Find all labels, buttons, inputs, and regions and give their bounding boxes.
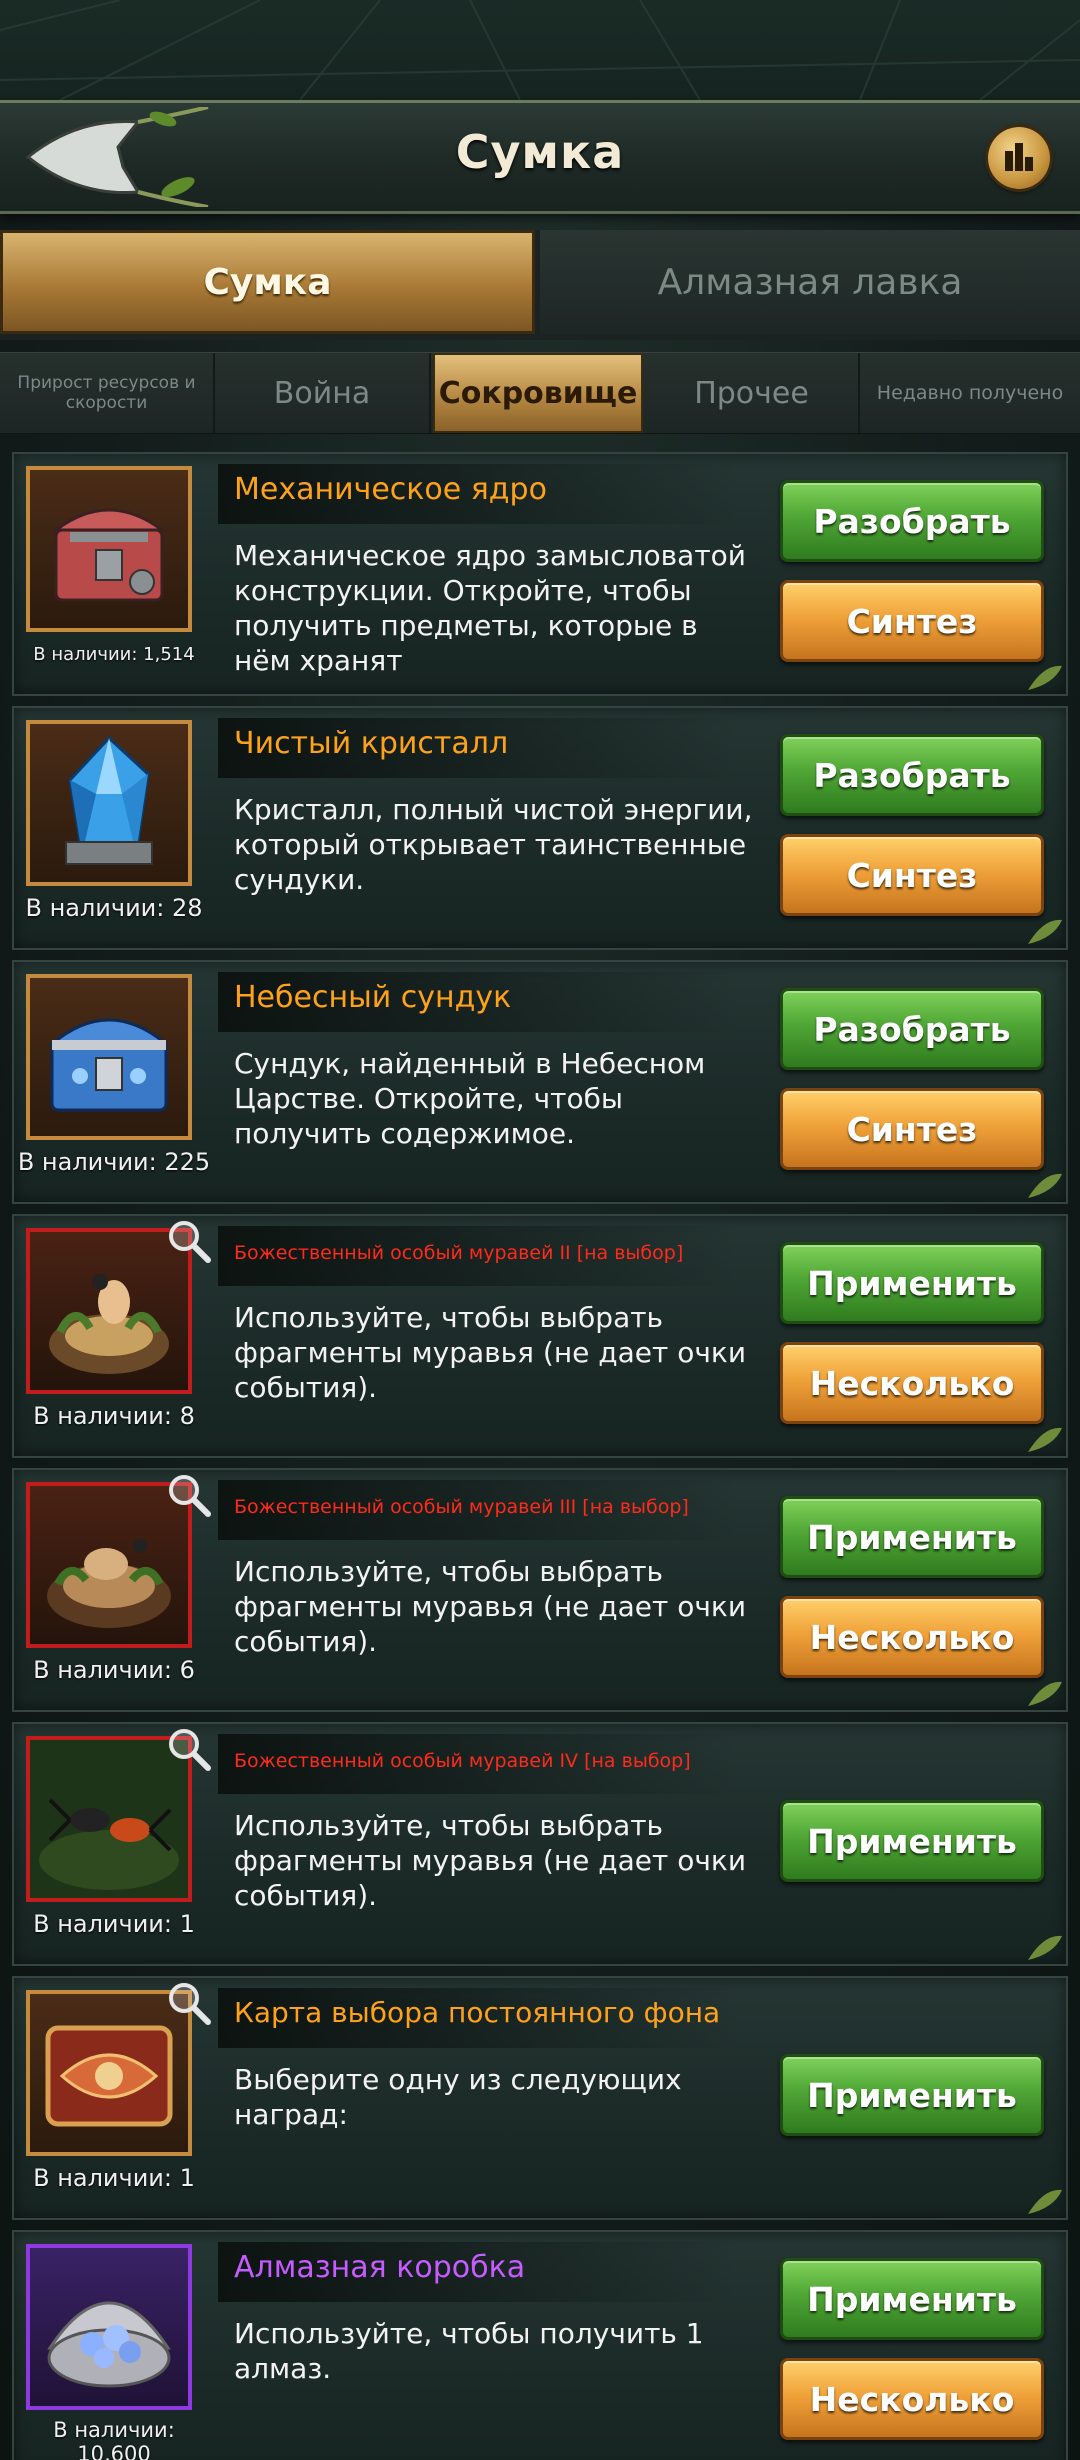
leaf-icon bbox=[1028, 919, 1062, 944]
use-button[interactable]: Применить bbox=[780, 1242, 1044, 1324]
leaf-icon bbox=[1028, 1173, 1062, 1198]
item-card: В наличии: 225 Небесный сундук Сундук, н… bbox=[12, 960, 1068, 1204]
item-card: В наличии: 28 Чистый кристалл Кристалл, … bbox=[12, 706, 1068, 950]
item-icon-pure-crystal[interactable] bbox=[26, 720, 192, 886]
magnifier-icon[interactable] bbox=[164, 1978, 212, 2026]
item-icon-celestial-chest[interactable] bbox=[26, 974, 192, 1140]
multiple-button[interactable]: Несколько bbox=[780, 2358, 1044, 2440]
item-count: В наличии: 6 bbox=[33, 1656, 195, 1684]
item-card: В наличии: 1,514 Механическое ядро Механ… bbox=[12, 452, 1068, 696]
item-description: Кристалл, полный чистой энергии, который… bbox=[234, 793, 753, 896]
item-count: В наличии: 28 bbox=[25, 894, 203, 922]
item-name: Чистый кристалл bbox=[234, 726, 509, 761]
item-name: Механическое ядро bbox=[234, 472, 547, 507]
magnifier-icon[interactable] bbox=[164, 1216, 212, 1264]
use-button[interactable]: Применить bbox=[780, 2258, 1044, 2340]
top-decor bbox=[0, 0, 1080, 100]
item-description: Механическое ядро замысловатой конструкц… bbox=[234, 539, 746, 677]
leaf-icon bbox=[1028, 665, 1062, 690]
synthesis-button[interactable]: Синтез bbox=[780, 834, 1044, 916]
ranking-icon bbox=[1005, 143, 1033, 171]
synthesis-button[interactable]: Синтез bbox=[780, 580, 1044, 662]
use-button[interactable]: Применить bbox=[780, 1800, 1044, 1882]
item-count: В наличии: 10,600 bbox=[53, 2418, 175, 2460]
subtab-treasure[interactable]: Сокровище bbox=[433, 353, 643, 433]
leaf-icon bbox=[1028, 1935, 1062, 1960]
item-card: В наличии: 10,600 Алмазная коробка Испол… bbox=[12, 2230, 1068, 2460]
multiple-button[interactable]: Несколько bbox=[780, 1596, 1044, 1678]
item-name: Карта выбора постоянного фона bbox=[234, 1996, 721, 2029]
item-name: Божественный особый муравей III [на выбо… bbox=[234, 1496, 689, 1518]
main-tabs: Сумка Алмазная лавка bbox=[0, 230, 1080, 340]
item-description: Используйте, чтобы получить 1 алмаз. bbox=[234, 2317, 704, 2385]
disassemble-button[interactable]: Разобрать bbox=[780, 988, 1044, 1070]
item-icon-diamond-box[interactable] bbox=[26, 2244, 192, 2410]
leaf-icon bbox=[1028, 1427, 1062, 1452]
item-description: Используйте, чтобы выбрать фрагменты мур… bbox=[234, 1555, 747, 1658]
sub-tabs: Прирост ресурсов и скорости Война Сокров… bbox=[0, 352, 1080, 434]
subtab-recent[interactable]: Недавно получено bbox=[860, 353, 1080, 433]
multiple-button[interactable]: Несколько bbox=[780, 1342, 1044, 1424]
ranking-button[interactable] bbox=[988, 127, 1050, 189]
item-card: В наличии: 6 Божественный особый муравей… bbox=[12, 1468, 1068, 1712]
item-count: В наличии: 1 bbox=[33, 2164, 195, 2192]
use-button[interactable]: Применить bbox=[780, 1496, 1044, 1578]
tab-bag[interactable]: Сумка bbox=[0, 230, 535, 334]
bag-screen: Сумка Сумка Алмазная лавка Прирост ресур… bbox=[0, 0, 1080, 2460]
item-count: В наличии: 1 bbox=[33, 1910, 195, 1938]
item-description: Выберите одну из следующих наград: bbox=[234, 2063, 682, 2131]
item-count: В наличии: 225 bbox=[17, 1148, 211, 1176]
header-bar: Сумка bbox=[0, 100, 1080, 214]
magnifier-icon[interactable] bbox=[164, 1470, 212, 1518]
leaf-icon bbox=[1028, 2189, 1062, 2214]
item-count: В наличии: 1,514 bbox=[33, 644, 195, 665]
leaf-icon bbox=[1028, 1681, 1062, 1706]
item-name: Алмазная коробка bbox=[234, 2250, 526, 2285]
item-count: В наличии: 8 bbox=[33, 1402, 195, 1430]
disassemble-button[interactable]: Разобрать bbox=[780, 734, 1044, 816]
item-name: Божественный особый муравей IV [на выбор… bbox=[234, 1750, 691, 1772]
use-button[interactable]: Применить bbox=[780, 2054, 1044, 2136]
tab-diamond-shop[interactable]: Алмазная лавка bbox=[540, 230, 1080, 334]
item-name: Божественный особый муравей II [на выбор… bbox=[234, 1242, 684, 1264]
subtab-resources-speed[interactable]: Прирост ресурсов и скорости bbox=[0, 353, 215, 433]
item-card: В наличии: 8 Божественный особый муравей… bbox=[12, 1214, 1068, 1458]
item-card: В наличии: 1 Карта выбора постоянного фо… bbox=[12, 1976, 1068, 2220]
synthesis-button[interactable]: Синтез bbox=[780, 1088, 1044, 1170]
item-description: Используйте, чтобы выбрать фрагменты мур… bbox=[234, 1809, 747, 1912]
magnifier-icon[interactable] bbox=[164, 1724, 212, 1772]
subtab-other[interactable]: Прочее bbox=[645, 353, 860, 433]
disassemble-button[interactable]: Разобрать bbox=[780, 480, 1044, 562]
item-description: Используйте, чтобы выбрать фрагменты мур… bbox=[234, 1301, 747, 1404]
item-card: В наличии: 1 Божественный особый муравей… bbox=[12, 1722, 1068, 1966]
item-description: Сундук, найденный в Небесном Царстве. От… bbox=[234, 1047, 706, 1150]
item-name: Небесный сундук bbox=[234, 980, 512, 1015]
subtab-war[interactable]: Война bbox=[215, 353, 431, 433]
page-title: Сумка bbox=[455, 125, 625, 179]
item-icon-mechanical-core[interactable] bbox=[26, 466, 192, 632]
